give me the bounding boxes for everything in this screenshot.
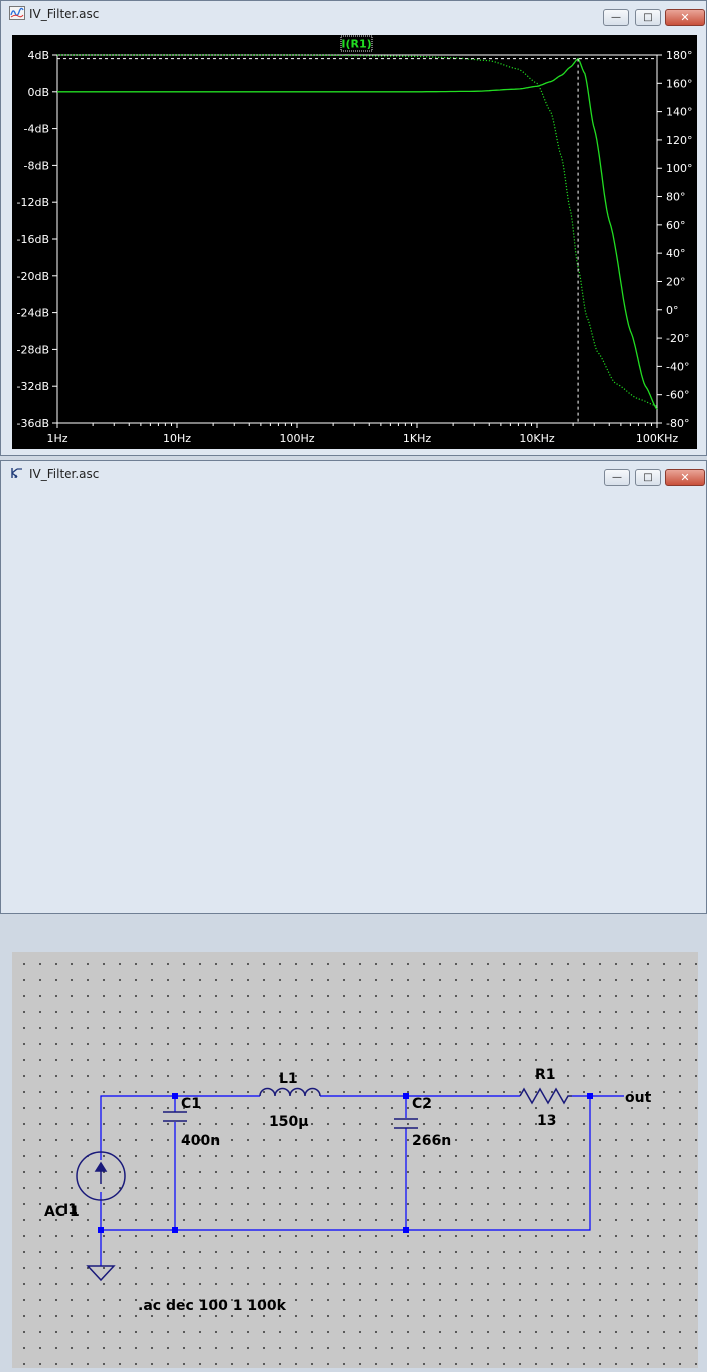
maximize-icon: □ xyxy=(643,12,653,23)
waveform-window: IV_Filter.asc — □ ✕ 4dB 0dB -4dB -8dB -12dB -… xyxy=(0,0,707,456)
x-tick-label: 100KHz xyxy=(636,432,678,445)
right-tick-label: 100° xyxy=(666,162,693,175)
maximize-button[interactable]: □ xyxy=(635,9,661,26)
left-tick-label: 4dB xyxy=(27,49,49,62)
minimize-icon: — xyxy=(611,12,621,23)
r1-value-label[interactable]: 13 xyxy=(537,1113,556,1129)
maximize-button[interactable]: □ xyxy=(635,469,661,486)
junctions xyxy=(98,1093,593,1233)
inductor-l1[interactable] xyxy=(259,1087,321,1097)
magnitude-trace xyxy=(57,57,658,410)
x-tick-label: 1Hz xyxy=(46,432,67,445)
right-tick-label: 40° xyxy=(666,247,686,260)
close-button[interactable]: ✕ xyxy=(665,9,705,26)
right-tick-label: -80° xyxy=(666,417,689,430)
waveform-plot-pane[interactable]: 4dB 0dB -4dB -8dB -12dB -16dB -20dB -24dB -28dB -… xyxy=(12,35,697,449)
junction-dot xyxy=(403,1093,409,1099)
right-tick-label: -40° xyxy=(666,360,689,373)
x-tick-label: 10KHz xyxy=(519,432,554,445)
c2-value-label[interactable]: 266n xyxy=(412,1133,451,1149)
right-tick-label: -60° xyxy=(666,389,689,402)
left-tick-label: -32dB xyxy=(17,380,50,393)
maximize-icon: □ xyxy=(643,472,653,483)
right-tick-label: 160° xyxy=(666,77,693,90)
right-axis-ticks: 180° 160° 140° 120° 100° 80° 60° 40° 20° 0° -20° -4… xyxy=(657,49,693,430)
schematic-window: IV_Filter.asc — □ ✕ C1 400n L1 150µ C2 2… xyxy=(0,460,707,1368)
resistor-r1[interactable] xyxy=(519,1087,572,1105)
plot-grid xyxy=(56,54,658,424)
capacitor-c2[interactable] xyxy=(394,1118,418,1129)
close-icon: ✕ xyxy=(680,471,690,484)
left-tick-label: -24dB xyxy=(17,307,50,320)
right-tick-label: -20° xyxy=(666,332,689,345)
bode-plot[interactable]: 4dB 0dB -4dB -8dB -12dB -16dB -20dB -24dB -28dB -… xyxy=(12,35,697,449)
phase-trace xyxy=(57,54,658,407)
x-tick-label: 10Hz xyxy=(163,432,191,445)
right-tick-label: 20° xyxy=(666,275,686,288)
wire-return[interactable] xyxy=(101,1096,591,1231)
left-tick-label: -28dB xyxy=(17,343,50,356)
schematic-app-icon xyxy=(11,468,22,478)
left-tick-label: -20dB xyxy=(17,270,50,283)
right-tick-label: 180° xyxy=(666,49,693,62)
right-tick-label: 60° xyxy=(666,219,686,232)
l1-value-label[interactable]: 150µ xyxy=(269,1114,309,1130)
x-axis-ticks: 1Hz 10Hz 100Hz 1KHz 10KHz 100KHz xyxy=(46,423,678,445)
junction-dot xyxy=(587,1093,593,1099)
c2-name-label[interactable]: C2 xyxy=(412,1096,432,1112)
right-tick-label: 140° xyxy=(666,106,693,119)
spice-directive[interactable]: .ac dec 100 1 100k xyxy=(138,1298,287,1314)
ground-icon[interactable] xyxy=(86,1265,116,1282)
trace-label-box[interactable]: I(R1) xyxy=(340,35,373,52)
waveform-titlebar[interactable]: IV_Filter.asc — □ ✕ xyxy=(1,1,706,27)
minimize-button[interactable]: — xyxy=(604,469,630,486)
junction-dot xyxy=(172,1227,178,1233)
i1-value-label[interactable]: AC 1 xyxy=(44,1204,80,1220)
schematic-titlebar[interactable]: IV_Filter.asc — □ ✕ xyxy=(1,461,706,487)
waveform-app-icon xyxy=(9,6,25,20)
x-tick-label: 1KHz xyxy=(403,432,431,445)
waveform-window-title: IV_Filter.asc xyxy=(29,7,100,21)
left-tick-label: -36dB xyxy=(17,417,50,430)
plot-frame xyxy=(56,54,658,424)
l1-name-label[interactable]: L1 xyxy=(279,1071,298,1087)
schematic-drawing[interactable]: C1 400n L1 150µ C2 266n R1 13 I1 AC 1 ou… xyxy=(12,952,698,1368)
left-tick-label: -16dB xyxy=(17,233,50,246)
junction-dot xyxy=(172,1093,178,1099)
close-button[interactable]: ✕ xyxy=(665,469,705,486)
left-tick-label: -8dB xyxy=(24,159,50,172)
junction-dot xyxy=(403,1227,409,1233)
left-tick-label: 0dB xyxy=(27,86,49,99)
c1-value-label[interactable]: 400n xyxy=(181,1133,220,1149)
c1-name-label[interactable]: C1 xyxy=(181,1096,201,1112)
left-axis-ticks: 4dB 0dB -4dB -8dB -12dB -16dB -20dB -24dB -28dB -… xyxy=(17,49,57,430)
minimize-icon: — xyxy=(612,472,622,483)
right-tick-label: 80° xyxy=(666,191,686,204)
net-label-out[interactable]: out xyxy=(625,1090,652,1106)
left-tick-label: -12dB xyxy=(17,196,50,209)
right-tick-label: 120° xyxy=(666,134,693,147)
right-tick-label: 0° xyxy=(666,304,679,317)
schematic-window-title: IV_Filter.asc xyxy=(29,467,100,481)
r1-name-label[interactable]: R1 xyxy=(535,1067,556,1083)
minimize-button[interactable]: — xyxy=(603,9,629,26)
left-tick-label: -4dB xyxy=(24,123,50,136)
close-icon: ✕ xyxy=(680,11,690,24)
trace-label: I(R1) xyxy=(341,38,371,51)
x-tick-label: 100Hz xyxy=(279,432,314,445)
capacitor-c1[interactable] xyxy=(163,1111,187,1122)
schematic-canvas[interactable]: C1 400n L1 150µ C2 266n R1 13 I1 AC 1 ou… xyxy=(12,952,698,1368)
junction-dot xyxy=(98,1227,104,1233)
